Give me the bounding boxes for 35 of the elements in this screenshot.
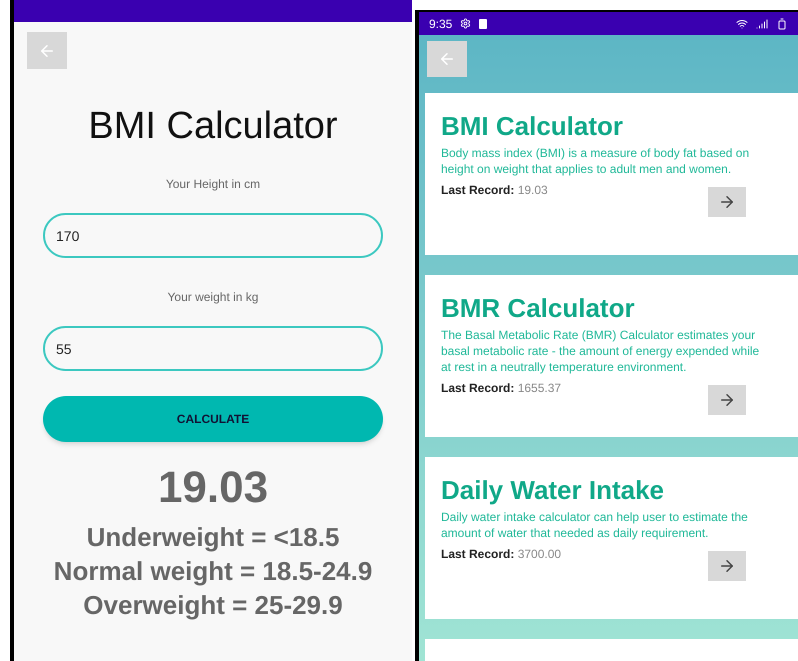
last-record: Last Record: 19.03 [441,182,548,199]
open-button[interactable] [708,385,746,415]
arrow-right-icon [718,391,736,409]
field-label: Your Height in cm [166,176,260,193]
calculator-card[interactable]: Daily Water Intake Daily water intake calculator can help user to estimate the amount of water that needed as daily requirement. Last Record: 3700.00 [425,457,798,619]
input-field[interactable]: 170 [43,213,383,258]
arrow-right-icon [718,557,736,575]
card-title: BMR Calculator [441,295,636,321]
open-button[interactable] [708,187,746,217]
last-record: Last Record: 1655.37 [441,380,562,397]
battery-icon [776,18,788,30]
last-record: Last Record: 3700.00 [441,546,562,563]
field-label: Your weight in kg [168,289,258,306]
wifi-icon [736,18,748,30]
bmi-category: Overweight = 25-29.9 [83,589,343,622]
card-title: BMI Calculator [441,113,624,139]
status-time: 9:35 [429,16,452,32]
arrow-right-icon [718,193,736,211]
calculator-card[interactable]: BMR Calculator The Basal Metabolic Rate (BMR) Calculator estimates your basal metabolic rate - the amount of energy expended while at rest in a neutrally temperature environment. Last Record: 1655.37 [425,275,798,437]
bmi-category: Normal weight = 18.5-24.9 [54,555,372,588]
signal-icon [756,18,768,30]
calculate-button[interactable]: CALCULATE [43,396,383,442]
open-button[interactable] [708,551,746,581]
back-icon [438,50,456,68]
input-field[interactable]: 55 [43,326,383,371]
calculator-card[interactable]: BMI Calculator Body mass index (BMI) is a measure of body fat based on height on weight that applies to adult men and women. Last Record: 19.03 [425,93,798,255]
card-title: Daily Water Intake [441,477,666,503]
card-description: Body mass index (BMI) is a measure of body fat based on height on weight that applies to adult men and women. [441,145,750,177]
sd-card-icon [479,18,488,28]
card-description: The Basal Metabolic Rate (BMR) Calculator estimates your basal metabolic rate - the amount of energy expended while at rest in a neutrally temperature environment. [441,327,760,375]
settings-icon [460,18,472,29]
bmi-category: Underweight = <18.5 [86,521,340,554]
page-title: BMI Calculator [87,107,339,145]
card-description: Daily water intake calculator can help user to estimate the amount of water that needed as daily requirement. [441,509,749,541]
bmi-result: 19.03 [156,466,270,510]
